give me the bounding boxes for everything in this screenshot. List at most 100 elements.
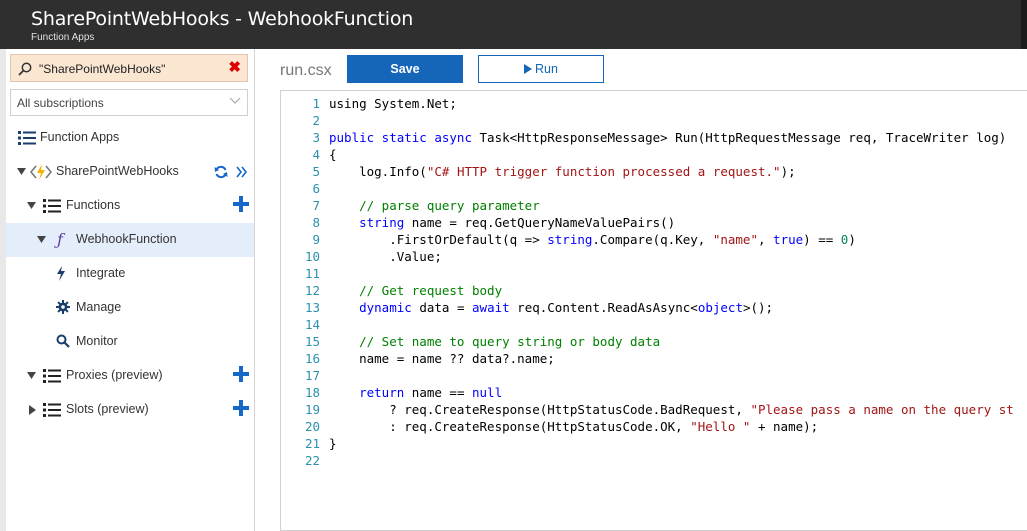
add-slot-icon[interactable] — [233, 400, 249, 416]
nav-manage[interactable]: Manage — [6, 291, 254, 325]
subscription-filter[interactable]: All subscriptions — [10, 89, 248, 116]
tree-function-webhook[interactable]: ƒ WebhookFunction — [6, 223, 254, 257]
code-line[interactable]: .FirstOrDefault(q => string.Compare(q.Ke… — [329, 231, 1014, 248]
line-number: 19 — [304, 402, 320, 417]
code-line[interactable]: // Get request body — [329, 282, 1014, 299]
search-icon — [56, 334, 70, 348]
line-number: 5 — [312, 164, 320, 179]
code-line[interactable]: { — [329, 146, 1014, 163]
line-number: 7 — [312, 198, 320, 213]
line-number-gutter: 1 2 3 4 5 6 7 8 9 10 11 12 13 14 15 16 17 18 19 20 21 22 — [281, 95, 320, 469]
header-edge — [1021, 0, 1027, 49]
tree-slots[interactable]: Slots (preview) — [6, 393, 254, 427]
code-line[interactable] — [329, 112, 1014, 129]
function-icon: ƒ — [57, 230, 63, 249]
code-line[interactable]: // Set name to query string or body data — [329, 333, 1014, 350]
expand-caret-icon[interactable] — [27, 372, 36, 380]
code-editor[interactable]: 1 2 3 4 5 6 7 8 9 10 11 12 13 14 15 16 17 18 19 20 21 22 usin… — [280, 90, 1027, 531]
title-bar: SharePointWebHooks - WebhookFunction Fun… — [0, 0, 1027, 49]
code-line[interactable]: public static async Task<HttpResponseMes… — [329, 129, 1014, 146]
code-line[interactable] — [329, 367, 1014, 384]
list-icon — [43, 369, 61, 383]
line-number: 8 — [312, 215, 320, 230]
line-number: 22 — [304, 453, 320, 468]
list-icon — [18, 131, 36, 145]
code-line[interactable]: dynamic data = await req.Content.ReadAsA… — [329, 299, 1014, 316]
chevron-down-icon — [229, 97, 241, 104]
line-number: 6 — [312, 181, 320, 196]
lightning-icon — [57, 266, 65, 281]
code-line[interactable] — [329, 452, 1014, 469]
line-number: 3 — [312, 130, 320, 145]
code-content[interactable]: using System.Net; public static async Ta… — [329, 95, 1014, 469]
code-line[interactable]: : req.CreateResponse(HttpStatusCode.OK, … — [329, 418, 1014, 435]
tree-functions[interactable]: Functions — [6, 189, 254, 223]
clear-search-icon[interactable]: ✖ — [228, 58, 241, 76]
breadcrumb[interactable]: Function Apps — [31, 32, 94, 43]
add-function-icon[interactable] — [233, 196, 249, 212]
functions-label: Functions — [66, 198, 121, 212]
tree-app-node[interactable]: SharePointWebHooks — [6, 155, 254, 189]
function-app-icon — [30, 164, 52, 180]
nav-function-apps[interactable]: Function Apps — [6, 121, 254, 155]
list-icon — [43, 403, 61, 417]
line-number: 2 — [312, 113, 320, 128]
code-line[interactable]: log.Info("C# HTTP trigger function proce… — [329, 163, 1014, 180]
line-number: 15 — [304, 334, 320, 349]
collapsed-caret-icon[interactable] — [29, 405, 37, 415]
save-button[interactable]: Save — [347, 55, 463, 83]
code-line[interactable]: ? req.CreateResponse(HttpStatusCode.BadR… — [329, 401, 1014, 418]
tree-proxies[interactable]: Proxies (preview) — [6, 359, 254, 393]
function-name-label: WebhookFunction — [76, 232, 177, 246]
line-number: 18 — [304, 385, 320, 400]
line-number: 16 — [304, 351, 320, 366]
code-line[interactable]: string name = req.GetQueryNameValuePairs… — [329, 214, 1014, 231]
search-box[interactable]: ✖ — [10, 54, 248, 82]
page-title: SharePointWebHooks - WebhookFunction — [31, 8, 414, 30]
code-line[interactable] — [329, 180, 1014, 197]
manage-label: Manage — [76, 300, 122, 314]
code-line[interactable] — [329, 316, 1014, 333]
run-button[interactable]: Run — [478, 55, 604, 83]
code-line[interactable]: // parse query parameter — [329, 197, 1014, 214]
code-line[interactable]: } — [329, 435, 1014, 452]
line-number: 12 — [304, 283, 320, 298]
file-name: run.csx — [280, 62, 332, 79]
line-number: 11 — [304, 266, 320, 281]
line-number: 13 — [304, 300, 320, 315]
code-line[interactable]: using System.Net; — [329, 95, 1014, 112]
sidebar: ✖ All subscriptions Function Apps ShareP… — [6, 49, 255, 531]
line-number: 1 — [312, 96, 320, 111]
nav-integrate[interactable]: Integrate — [6, 257, 254, 291]
run-button-label: Run — [535, 62, 558, 76]
proxies-label: Proxies (preview) — [66, 368, 163, 382]
subscription-value: All subscriptions — [17, 96, 104, 110]
slots-label: Slots (preview) — [66, 402, 149, 416]
expand-caret-icon[interactable] — [17, 168, 26, 176]
line-number: 21 — [304, 436, 320, 451]
refresh-icon[interactable] — [214, 165, 228, 179]
app-name-label: SharePointWebHooks — [56, 164, 179, 178]
line-number: 10 — [304, 249, 320, 264]
code-line[interactable] — [329, 265, 1014, 282]
search-input[interactable] — [37, 59, 221, 79]
expand-caret-icon[interactable] — [27, 202, 36, 210]
nav-monitor[interactable]: Monitor — [6, 325, 254, 359]
code-line[interactable]: name = name ?? data?.name; — [329, 350, 1014, 367]
play-icon — [524, 64, 533, 74]
gear-icon — [56, 300, 70, 314]
list-icon — [43, 199, 61, 213]
code-line[interactable]: return name == null — [329, 384, 1014, 401]
nav-function-apps-label: Function Apps — [40, 130, 120, 144]
line-number: 9 — [312, 232, 320, 247]
line-number: 4 — [312, 147, 320, 162]
line-number: 17 — [304, 368, 320, 383]
add-proxy-icon[interactable] — [233, 366, 249, 382]
main-panel: run.csx Save Run 1 2 3 4 5 6 7 8 9 10 11 12 13 14 15 16… — [255, 49, 1027, 531]
search-icon — [18, 62, 32, 76]
line-number: 14 — [304, 317, 320, 332]
monitor-label: Monitor — [76, 334, 118, 348]
double-chevron-right-icon[interactable] — [236, 166, 248, 178]
expand-caret-icon[interactable] — [37, 236, 46, 244]
code-line[interactable]: .Value; — [329, 248, 1014, 265]
